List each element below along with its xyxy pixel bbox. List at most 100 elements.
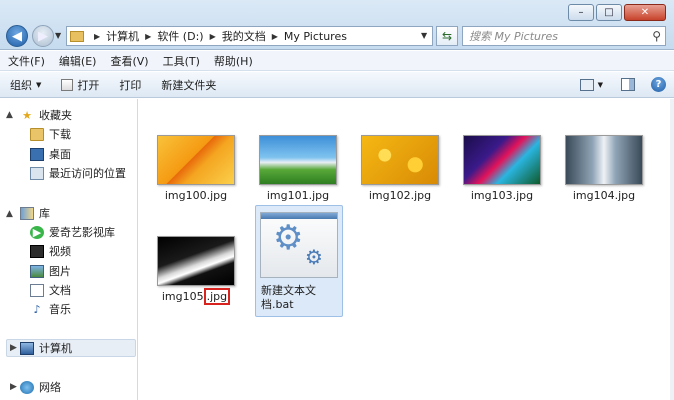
view-options-icon[interactable] — [579, 78, 594, 91]
image-thumbnail — [361, 135, 439, 185]
file-item[interactable]: img100.jpg — [151, 135, 241, 202]
collapse-icon[interactable]: ▲ — [6, 110, 13, 120]
downloads-folder-icon — [30, 127, 44, 141]
file-name: img103.jpg — [470, 189, 534, 202]
menu-edit[interactable]: 编辑(E) — [59, 53, 97, 69]
view-dropdown-icon[interactable]: ▼ — [598, 81, 603, 89]
file-name: img100.jpg — [164, 189, 228, 202]
image-thumbnail — [463, 135, 541, 185]
gear-icon: ⚙ — [273, 218, 304, 258]
nav-recent-label: 最近访问的位置 — [49, 167, 126, 180]
chevron-right-icon[interactable]: ▶ — [145, 32, 151, 41]
recent-places-icon — [30, 166, 44, 180]
nav-network-label: 网络 — [39, 381, 61, 394]
nav-downloads[interactable]: 下载 — [30, 126, 71, 142]
iqiyi-icon: ▶ — [30, 225, 44, 239]
search-icon[interactable]: ⚲ — [652, 29, 661, 43]
file-item[interactable]: img105 .jpg — [151, 236, 241, 305]
expand-icon[interactable]: ▶ — [10, 343, 17, 353]
search-placeholder: 搜索 My Pictures — [469, 30, 559, 43]
menu-help[interactable]: 帮助(H) — [214, 53, 253, 69]
image-thumbnail — [157, 236, 235, 286]
file-list: img100.jpg img101.jpg img102.jpg img103.… — [139, 99, 674, 400]
navigation-pane: ▲ ★ 收藏夹 下载 桌面 最近访问的位置 ▲ 库 ▶ 爱奇艺影视库 视频 图片… — [0, 99, 138, 400]
file-item[interactable]: img102.jpg — [355, 135, 445, 202]
nav-favorites-label: 收藏夹 — [39, 109, 72, 122]
nav-recent-places[interactable]: 最近访问的位置 — [30, 165, 126, 181]
chevron-right-icon[interactable]: ▶ — [94, 32, 100, 41]
menu-bar: 文件(F) 编辑(E) 查看(V) 工具(T) 帮助(H) — [0, 51, 674, 71]
documents-library-icon — [30, 283, 44, 297]
nav-downloads-label: 下载 — [49, 128, 71, 141]
nav-music-label: 音乐 — [49, 303, 71, 316]
address-dropdown-icon[interactable]: ▼ — [421, 31, 427, 40]
back-button[interactable]: ◀ — [6, 25, 28, 47]
expand-icon[interactable]: ▶ — [10, 382, 17, 392]
nav-documents[interactable]: 文档 — [30, 282, 71, 298]
crumb-my-pictures[interactable]: My Pictures — [284, 30, 347, 43]
command-bar: 组织 ▼ 打开 打印 新建文件夹 ▼ ? — [0, 72, 674, 98]
print-button[interactable]: 打印 — [119, 77, 141, 93]
recent-pages-dropdown-icon[interactable]: ▼ — [55, 31, 61, 40]
nav-videos-label: 视频 — [49, 245, 71, 258]
new-folder-button[interactable]: 新建文件夹 — [161, 77, 216, 93]
nav-desktop[interactable]: 桌面 — [30, 146, 71, 162]
file-item[interactable]: img104.jpg — [559, 135, 649, 202]
file-item[interactable]: img101.jpg — [253, 135, 343, 202]
refresh-button[interactable]: ⇆ — [436, 26, 458, 46]
nav-pictures[interactable]: 图片 — [30, 263, 71, 279]
network-icon — [20, 380, 34, 394]
file-item-selected[interactable]: ⚙ ⚙ 新建文本文档.bat — [255, 205, 343, 317]
file-name: img105 .jpg — [151, 288, 241, 305]
gear-icon: ⚙ — [305, 245, 323, 269]
new-folder-label: 新建文件夹 — [161, 78, 217, 92]
title-bar: – □ ✕ ◀ ▶ ▼ ▶ 计算机 ▶ 软件 (D:) ▶ 我的文档 ▶ My … — [0, 0, 674, 50]
nav-documents-label: 文档 — [49, 284, 71, 297]
minimize-button[interactable]: – — [568, 4, 594, 21]
file-item[interactable]: img103.jpg — [457, 135, 547, 202]
breadcrumb: ▶ 计算机 ▶ 软件 (D:) ▶ 我的文档 ▶ My Pictures — [88, 28, 347, 44]
view-controls: ▼ ? — [579, 77, 666, 92]
nav-videos[interactable]: 视频 — [30, 243, 71, 259]
open-button[interactable]: 打开 — [61, 77, 99, 93]
vertical-scrollbar[interactable] — [670, 99, 674, 400]
maximize-button[interactable]: □ — [596, 4, 622, 21]
organize-label: 组织 — [10, 78, 32, 92]
forward-button[interactable]: ▶ — [32, 25, 54, 47]
nav-music[interactable]: ♪ 音乐 — [30, 301, 71, 317]
crumb-computer[interactable]: 计算机 — [106, 28, 139, 44]
file-name-base: img105 — [161, 290, 204, 303]
file-name: 新建文本文档.bat — [261, 284, 316, 311]
menu-file[interactable]: 文件(F) — [8, 53, 45, 69]
desktop-icon — [30, 147, 44, 161]
chevron-right-icon[interactable]: ▶ — [272, 32, 278, 41]
star-icon: ★ — [22, 108, 32, 122]
close-button[interactable]: ✕ — [624, 4, 666, 21]
crumb-drive-d[interactable]: 软件 (D:) — [157, 28, 203, 44]
nav-pictures-label: 图片 — [49, 265, 71, 278]
nav-iqiyi[interactable]: ▶ 爱奇艺影视库 — [30, 224, 115, 240]
nav-desktop-label: 桌面 — [49, 148, 71, 161]
nav-computer[interactable]: 计算机 — [20, 340, 72, 356]
nav-libraries[interactable]: 库 — [20, 205, 50, 221]
crumb-my-documents[interactable]: 我的文档 — [222, 28, 266, 44]
nav-network[interactable]: 网络 — [20, 379, 61, 395]
organize-button[interactable]: 组织 ▼ — [10, 77, 41, 93]
collapse-icon[interactable]: ▲ — [6, 209, 13, 219]
file-name: img104.jpg — [572, 189, 636, 202]
image-thumbnail — [565, 135, 643, 185]
image-thumbnail — [157, 135, 235, 185]
image-thumbnail — [259, 135, 337, 185]
pictures-library-icon — [30, 264, 44, 278]
address-bar[interactable]: ▶ 计算机 ▶ 软件 (D:) ▶ 我的文档 ▶ My Pictures — [66, 26, 433, 46]
help-icon[interactable]: ? — [651, 77, 666, 92]
menu-tools[interactable]: 工具(T) — [163, 53, 200, 69]
print-label: 打印 — [119, 78, 142, 92]
menu-view[interactable]: 查看(V) — [110, 53, 148, 69]
folder-icon — [70, 30, 84, 42]
nav-favorites[interactable]: ★ 收藏夹 — [20, 107, 72, 123]
preview-pane-icon[interactable] — [621, 78, 635, 91]
nav-iqiyi-label: 爱奇艺影视库 — [49, 226, 115, 239]
chevron-right-icon[interactable]: ▶ — [210, 32, 216, 41]
search-input[interactable]: 搜索 My Pictures ⚲ — [462, 26, 666, 46]
